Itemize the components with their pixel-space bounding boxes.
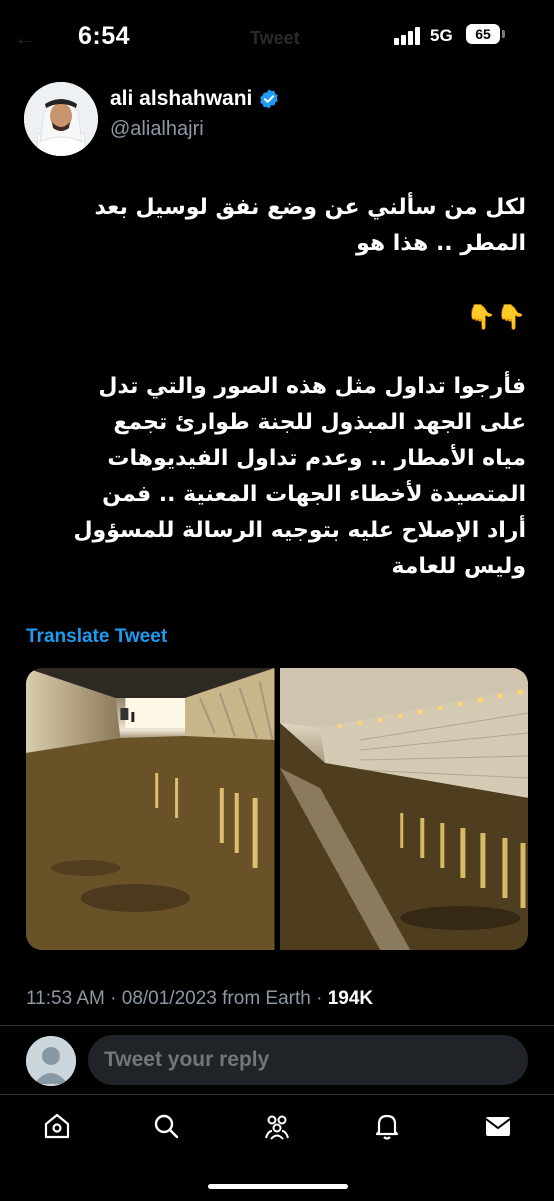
tweet-meta: 11:53 AM · 08/01/2023 from Earth · 194K — [26, 988, 374, 1009]
author-handle[interactable]: @alialhajri — [110, 118, 204, 141]
tweet-paragraph-2: فأرجوا تداول مثل هذه الصور والتي تدل على… — [26, 369, 526, 585]
network-type: 5G — [430, 26, 453, 45]
status-time: 6:54 — [78, 22, 131, 50]
author-name-row[interactable]: ali alshahwani — [110, 87, 280, 111]
tweet-media — [26, 668, 528, 950]
home-indicator — [208, 1184, 348, 1189]
tweet-time: 11:53 AM — [26, 988, 105, 1009]
tweet-line: على الجهد المبذول للجنة طوارئ تجمع — [113, 410, 526, 435]
tweet-line: لكل من سألني عن وضع نفق لوسيل بعد — [94, 195, 526, 220]
tweet-date: 08/01/2023 — [121, 988, 217, 1009]
tweet-line: المطر .. هذا هو — [356, 231, 526, 256]
tweet-line: أراد الإصلاح عليه بتوجيه الرسالة للمسؤول — [73, 518, 526, 543]
tweet-line: مياه الأمطار .. وعدم تداول الفيديوهات — [107, 446, 526, 471]
communities-icon[interactable] — [262, 1111, 292, 1141]
tweet-line: المتصيدة لأخطاء الجهات المعنية .. فمن — [102, 482, 526, 507]
battery-icon: 65 — [466, 24, 500, 44]
tweet-source: from Earth — [222, 988, 311, 1009]
tunnel-photo-right[interactable] — [279, 668, 528, 950]
home-icon[interactable] — [42, 1111, 72, 1141]
header-title-ghost: Tweet — [250, 28, 300, 48]
reply-input[interactable]: Tweet your reply — [88, 1035, 528, 1085]
back-arrow-icon[interactable]: ← — [14, 25, 36, 51]
signal-icon — [394, 27, 424, 45]
battery-cap — [502, 30, 505, 38]
tweet-paragraph-1: لكل من سألني عن وضع نفق لوسيل بعد المطر … — [26, 190, 526, 262]
tweet-views: 194K — [327, 988, 374, 1009]
mail-icon[interactable] — [483, 1111, 513, 1141]
tweet-line: وليس للعامة — [391, 554, 526, 579]
author-name[interactable]: ali alshahwani — [110, 87, 252, 111]
pointing-down-emoji: 👇👇 — [466, 303, 526, 331]
tunnel-photo-left[interactable] — [26, 668, 275, 950]
translate-tweet-link[interactable]: Translate Tweet — [26, 626, 167, 648]
tweet-line: فأرجوا تداول مثل هذه الصور والتي تدل — [98, 374, 526, 399]
bell-icon[interactable] — [372, 1111, 402, 1141]
search-icon[interactable] — [151, 1111, 181, 1141]
verified-badge-icon — [260, 89, 279, 109]
author-avatar[interactable] — [24, 82, 98, 156]
reply-bar: Tweet your reply — [0, 1025, 554, 1094]
status-bar: ← 6:54 Tweet 5G 65 — [0, 0, 554, 70]
user-avatar[interactable] — [26, 1036, 76, 1086]
